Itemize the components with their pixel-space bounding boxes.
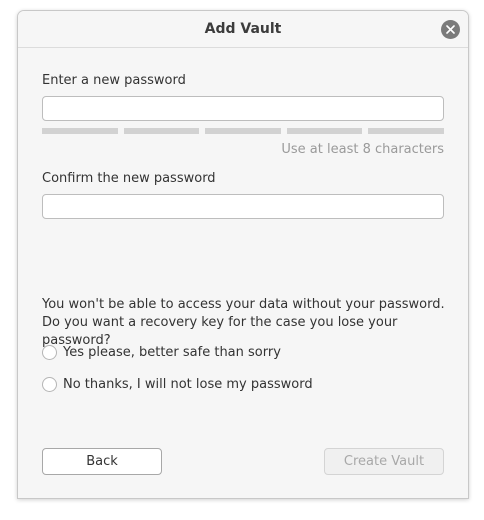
strength-segment	[368, 128, 444, 134]
radio-button[interactable]	[42, 344, 57, 360]
confirm-password-label: Confirm the new password	[42, 171, 216, 186]
recovery-option-no-label: No thanks, I will not lose my password	[63, 376, 313, 392]
password-strength-meter	[42, 128, 444, 134]
recovery-option-no[interactable]: No thanks, I will not lose my password	[42, 375, 313, 393]
close-button[interactable]	[441, 20, 460, 39]
password-hint: Use at least 8 characters	[281, 142, 444, 157]
add-vault-dialog: Add Vault Enter a new password Use at le…	[17, 10, 469, 499]
dialog-title: Add Vault	[204, 21, 282, 37]
close-icon	[446, 25, 455, 34]
radio-button[interactable]	[42, 376, 57, 392]
strength-segment	[42, 128, 118, 134]
create-vault-button[interactable]: Create Vault	[324, 448, 444, 475]
recovery-option-yes-label: Yes please, better safe than sorry	[63, 344, 281, 360]
recovery-option-yes[interactable]: Yes please, better safe than sorry	[42, 343, 281, 361]
strength-segment	[123, 128, 200, 134]
strength-segment	[286, 128, 363, 134]
strength-segment	[205, 128, 281, 134]
recovery-question: You won't be able to access your data wi…	[42, 297, 445, 348]
confirm-password-input[interactable]	[42, 194, 444, 219]
password-input[interactable]	[42, 96, 444, 121]
back-button[interactable]: Back	[42, 448, 162, 475]
password-label: Enter a new password	[42, 73, 186, 88]
title-bar: Add Vault	[18, 11, 468, 48]
